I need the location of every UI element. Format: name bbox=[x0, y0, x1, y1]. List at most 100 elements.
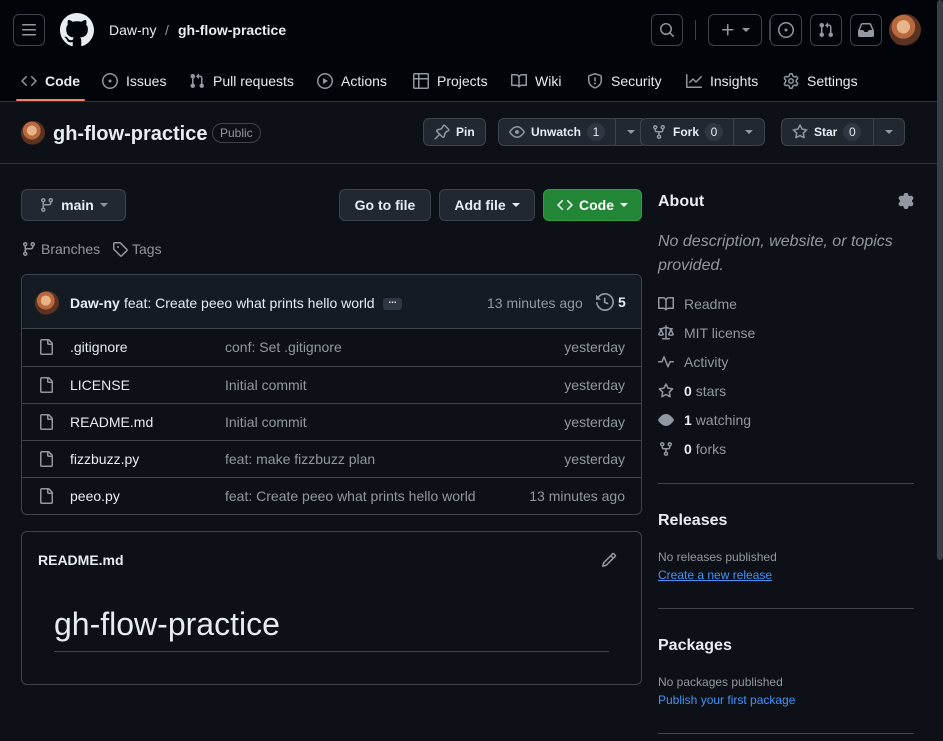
breadcrumb-repo[interactable]: gh-flow-practice bbox=[178, 21, 286, 39]
table-icon bbox=[413, 73, 429, 89]
tab-security[interactable]: Security bbox=[587, 60, 662, 102]
stars-label: stars bbox=[695, 383, 727, 399]
inbox-button[interactable] bbox=[850, 14, 882, 46]
pencil-icon[interactable] bbox=[601, 552, 617, 568]
star-icon bbox=[658, 383, 674, 398]
tab-issues[interactable]: Issues bbox=[102, 60, 166, 102]
tab-projects[interactable]: Projects bbox=[413, 60, 488, 102]
branches-link[interactable]: Branches bbox=[21, 240, 100, 258]
tab-label: Actions bbox=[341, 73, 387, 89]
readme-link-label: Readme bbox=[684, 296, 737, 312]
readme-link[interactable]: Readme bbox=[658, 296, 737, 312]
packages-title[interactable]: Packages bbox=[658, 637, 732, 655]
tab-pull-requests[interactable]: Pull requests bbox=[189, 60, 294, 102]
code-icon bbox=[21, 75, 37, 87]
file-time: yesterday bbox=[564, 377, 625, 393]
publish-package-link[interactable]: Publish your first package bbox=[658, 693, 795, 707]
tab-label: Security bbox=[611, 73, 662, 89]
history-icon bbox=[596, 293, 614, 311]
commit-time: 13 minutes ago bbox=[487, 295, 583, 311]
table-row[interactable]: peeo.py feat: Create peeo what prints he… bbox=[22, 477, 641, 514]
create-new-button[interactable] bbox=[708, 14, 762, 46]
tags-link[interactable]: Tags bbox=[112, 240, 162, 258]
user-avatar[interactable] bbox=[889, 14, 921, 46]
tab-settings[interactable]: Settings bbox=[783, 60, 858, 102]
chevron-down-icon bbox=[885, 130, 894, 134]
hamburger-icon bbox=[22, 24, 36, 36]
file-commit-message[interactable]: feat: Create peeo what prints hello worl… bbox=[225, 488, 476, 504]
file-name[interactable]: README.md bbox=[70, 414, 153, 430]
tab-insights[interactable]: Insights bbox=[686, 60, 758, 102]
forks-link[interactable]: 0 forks bbox=[658, 441, 726, 457]
code-dropdown-button[interactable]: Code bbox=[543, 189, 642, 221]
scrollbar[interactable] bbox=[937, 0, 943, 560]
create-release-link[interactable]: Create a new release bbox=[658, 568, 772, 582]
code-label: Code bbox=[579, 197, 614, 213]
eye-icon bbox=[509, 126, 525, 138]
breadcrumb-owner[interactable]: Daw-ny bbox=[109, 21, 156, 39]
go-to-file-button[interactable]: Go to file bbox=[339, 189, 431, 221]
divider bbox=[658, 608, 914, 609]
stars-link[interactable]: 0 stars bbox=[658, 383, 726, 399]
pin-button[interactable]: Pin bbox=[423, 118, 486, 146]
repo-header: gh-flow-practice Public Pin Unwatch 1 Fo… bbox=[0, 102, 943, 164]
releases-title[interactable]: Releases bbox=[658, 512, 727, 530]
file-commit-message[interactable]: feat: make fizzbuzz plan bbox=[225, 451, 375, 467]
search-button[interactable] bbox=[651, 14, 683, 46]
fork-icon bbox=[653, 125, 665, 140]
eye-icon bbox=[658, 414, 674, 426]
pull-requests-shortcut-button[interactable] bbox=[810, 14, 842, 46]
license-link[interactable]: MIT license bbox=[658, 325, 755, 341]
file-name[interactable]: LICENSE bbox=[70, 377, 130, 393]
owner-avatar[interactable] bbox=[21, 121, 45, 145]
tab-code[interactable]: Code bbox=[21, 60, 80, 102]
star-dropdown[interactable] bbox=[874, 119, 904, 145]
github-logo-icon[interactable] bbox=[60, 13, 94, 47]
table-row[interactable]: README.md Initial commit yesterday bbox=[22, 403, 641, 440]
commit-author-avatar[interactable] bbox=[35, 291, 59, 315]
unwatch-button[interactable]: Unwatch 1 bbox=[499, 119, 617, 145]
fork-button[interactable]: Fork 0 bbox=[641, 119, 735, 145]
add-file-button[interactable]: Add file bbox=[439, 189, 535, 221]
repo-title[interactable]: gh-flow-practice bbox=[53, 122, 207, 146]
book-icon bbox=[511, 73, 527, 88]
activity-link[interactable]: Activity bbox=[658, 354, 728, 370]
watching-link[interactable]: 1 watching bbox=[658, 412, 751, 428]
commit-expand-button[interactable]: ... bbox=[383, 296, 402, 310]
divider bbox=[658, 483, 914, 484]
tab-label: Pull requests bbox=[213, 73, 294, 89]
commit-author[interactable]: Daw-ny bbox=[70, 295, 120, 311]
star-label: Star bbox=[814, 125, 838, 139]
commit-message[interactable]: feat: Create peeo what prints hello worl… bbox=[124, 295, 375, 311]
top-bar: Daw-ny / gh-flow-practice bbox=[0, 0, 943, 60]
readme-filename[interactable]: README.md bbox=[38, 552, 124, 568]
latest-commit-bar: Daw-ny feat: Create peeo what prints hel… bbox=[22, 275, 641, 329]
tag-icon bbox=[113, 242, 128, 257]
table-row[interactable]: fizzbuzz.py feat: make fizzbuzz plan yes… bbox=[22, 440, 641, 477]
star-count: 0 bbox=[843, 123, 862, 141]
file-commit-message[interactable]: conf: Set .gitignore bbox=[225, 339, 342, 355]
file-name[interactable]: .gitignore bbox=[70, 339, 128, 355]
file-commit-message[interactable]: Initial commit bbox=[225, 377, 307, 393]
divider bbox=[695, 20, 696, 40]
visibility-badge: Public bbox=[212, 123, 261, 143]
chevron-down-icon bbox=[745, 130, 754, 134]
tab-wiki[interactable]: Wiki bbox=[511, 60, 561, 102]
file-name[interactable]: peeo.py bbox=[70, 488, 120, 504]
table-row[interactable]: LICENSE Initial commit yesterday bbox=[22, 366, 641, 403]
chevron-down-icon bbox=[627, 130, 636, 134]
star-button[interactable]: Star 0 bbox=[782, 119, 875, 145]
search-icon bbox=[660, 23, 675, 38]
unwatch-label: Unwatch bbox=[531, 125, 582, 139]
menu-button[interactable] bbox=[13, 14, 45, 46]
file-name[interactable]: fizzbuzz.py bbox=[70, 451, 139, 467]
pin-label: Pin bbox=[456, 125, 475, 139]
branch-select-button[interactable]: main bbox=[21, 189, 126, 221]
fork-dropdown[interactable] bbox=[734, 119, 764, 145]
commit-history-link[interactable]: 5 bbox=[596, 293, 626, 311]
issues-shortcut-button[interactable] bbox=[770, 14, 802, 46]
file-commit-message[interactable]: Initial commit bbox=[225, 414, 307, 430]
table-row[interactable]: .gitignore conf: Set .gitignore yesterda… bbox=[22, 329, 641, 366]
gear-icon[interactable] bbox=[898, 193, 914, 209]
tab-actions[interactable]: Actions bbox=[317, 60, 387, 102]
